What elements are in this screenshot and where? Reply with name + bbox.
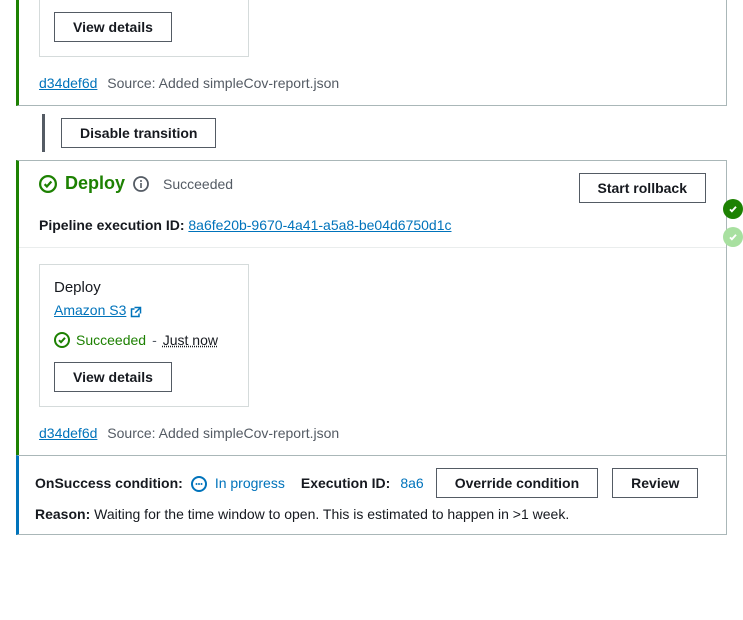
execution-id-label: Pipeline execution ID: <box>39 217 184 233</box>
info-icon[interactable] <box>133 175 149 192</box>
execution-id-link[interactable]: 8a6fe20b-9670-4a41-a5a8-be04d6750d1c <box>188 217 451 233</box>
pipeline-execution-row: Pipeline execution ID: 8a6fe20b-9670-4a4… <box>19 217 726 247</box>
deploy-action-card: Deploy Amazon S3 Succeeded - Just now Vi… <box>39 264 249 407</box>
condition-label: OnSuccess condition: <box>35 475 183 491</box>
success-check-icon <box>54 331 70 348</box>
prev-stage-box: View details d34def6d Source: Added simp… <box>16 0 727 106</box>
condition-execution-id-truncated[interactable]: 8a6 <box>400 475 423 491</box>
transition-bar-icon <box>42 114 45 152</box>
stage-title: Deploy <box>65 173 125 194</box>
transition-area: Disable transition <box>42 114 743 152</box>
deploy-stage-box: Deploy Succeeded Start rollback Pipeline… <box>16 160 727 456</box>
inprogress-icon <box>191 475 207 492</box>
status-badge-success-icon <box>723 199 743 219</box>
view-details-button[interactable]: View details <box>54 362 172 392</box>
condition-status: In progress <box>215 475 285 491</box>
commit-link[interactable]: d34def6d <box>39 75 97 91</box>
status-badge-success-faded-icon <box>723 227 743 247</box>
success-check-icon <box>39 174 57 192</box>
stage-status-text: Succeeded <box>163 176 233 192</box>
external-link-icon <box>130 303 142 319</box>
start-rollback-button[interactable]: Start rollback <box>579 173 706 203</box>
view-details-button[interactable]: View details <box>54 12 172 42</box>
action-timestamp: Just now <box>163 332 218 348</box>
commit-link[interactable]: d34def6d <box>39 425 97 441</box>
stage-header: Deploy Succeeded Start rollback <box>19 161 726 217</box>
condition-execution-label: Execution ID: <box>301 475 390 491</box>
source-commit-row: d34def6d Source: Added simpleCov-report.… <box>19 69 726 105</box>
commit-message: Source: Added simpleCov-report.json <box>107 425 339 441</box>
source-commit-row: d34def6d Source: Added simpleCov-report.… <box>19 419 726 455</box>
onsuccess-condition-box: OnSuccess condition: In progress Executi… <box>16 455 727 535</box>
override-condition-button[interactable]: Override condition <box>436 468 598 498</box>
action-name: Deploy <box>54 279 234 296</box>
review-button[interactable]: Review <box>612 468 698 498</box>
action-status: Succeeded <box>76 332 146 348</box>
side-status-badges <box>723 199 743 247</box>
reason-label: Reason: <box>35 506 90 522</box>
disable-transition-button[interactable]: Disable transition <box>61 118 216 148</box>
commit-message: Source: Added simpleCov-report.json <box>107 75 339 91</box>
divider <box>19 247 726 248</box>
reason-text: Waiting for the time window to open. Thi… <box>94 506 569 522</box>
dash: - <box>152 332 157 348</box>
action-provider-link[interactable]: Amazon S3 <box>54 302 126 318</box>
prev-action-card: View details <box>39 0 249 57</box>
